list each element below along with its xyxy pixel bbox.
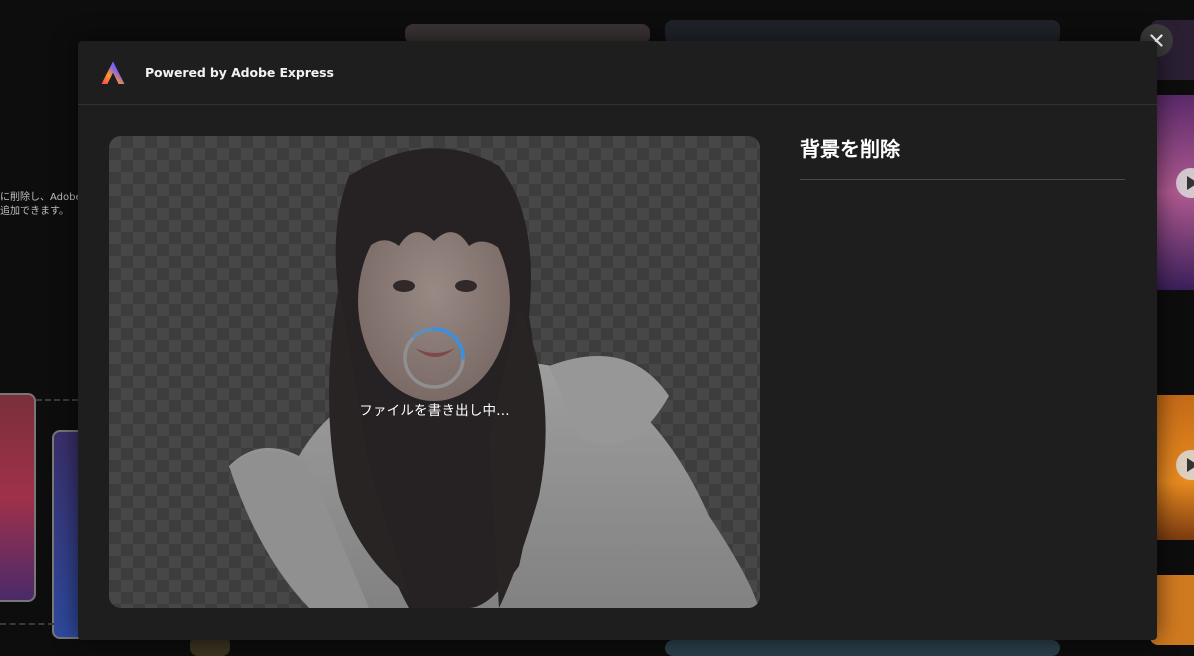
- adobe-express-logo-icon: [101, 61, 125, 84]
- side-panel: 背景を削除: [800, 136, 1125, 180]
- panel-divider: [800, 179, 1125, 180]
- bg-dashed-line: [0, 623, 54, 625]
- modal-header: Powered by Adobe Express: [78, 41, 1157, 105]
- export-status-text: ファイルを書き出し中...: [359, 403, 510, 419]
- bg-thumbnail-bottom-2[interactable]: [665, 640, 1060, 656]
- panel-title: 背景を削除: [800, 137, 900, 161]
- bg-template-card-left[interactable]: [0, 393, 36, 602]
- bg-caption: に削除し、Adobe: [0, 192, 82, 203]
- spinner-icon: [403, 327, 465, 389]
- bg-dashed-line: [36, 399, 78, 401]
- brand-text: Powered by Adobe Express: [145, 65, 334, 80]
- remove-background-modal: Powered by Adobe Express ファイルを書き出し中... 背…: [78, 41, 1157, 640]
- bg-caption: 追加できます。: [0, 206, 69, 217]
- image-preview: ファイルを書き出し中...: [109, 136, 760, 608]
